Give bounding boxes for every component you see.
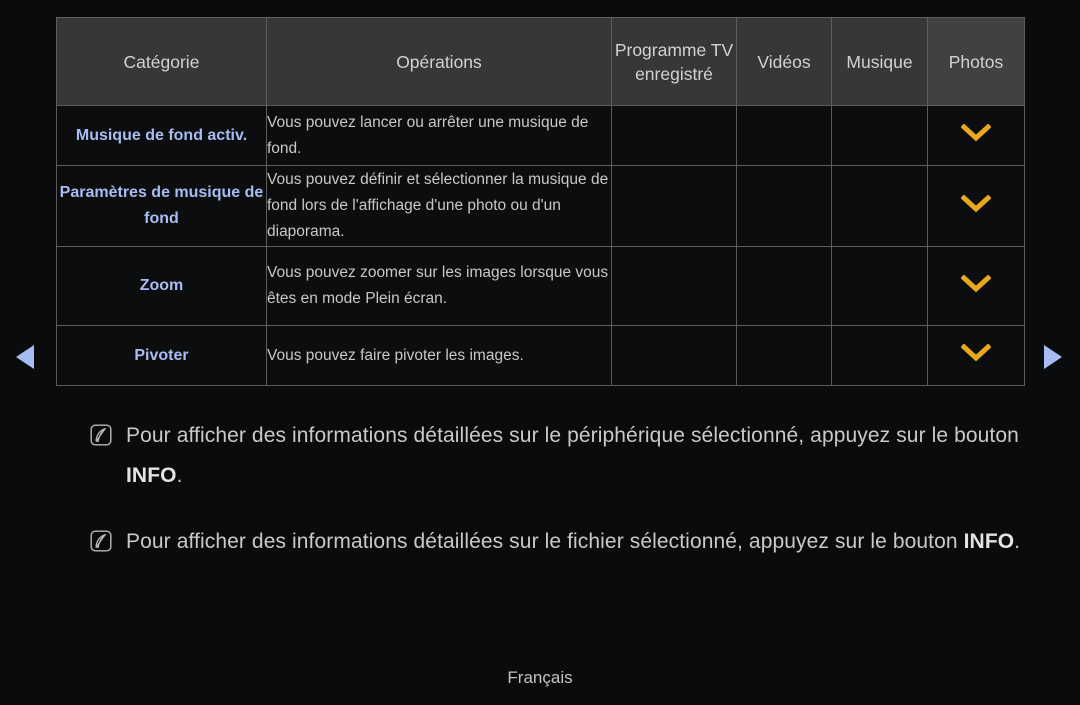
row-cell-musique <box>831 325 928 386</box>
row-cell-videos <box>736 246 832 326</box>
chevron-down-icon <box>961 194 991 213</box>
note-text: Pour afficher des informations détaillée… <box>126 522 1020 562</box>
row-cell-musique <box>831 105 928 166</box>
row-category-label: Zoom <box>56 246 267 326</box>
note-text-suffix: . <box>176 464 183 487</box>
table-row: Zoom Vous pouvez zoomer sur les images l… <box>56 246 1025 326</box>
footer-language-label: Français <box>507 668 573 687</box>
notes-section: Pour afficher des informations détaillée… <box>90 416 1025 588</box>
row-category-label: Musique de fond activ. <box>56 105 267 166</box>
specification-table-container: Catégorie Opérations Programme TV enregi… <box>56 17 1025 386</box>
row-cell-photos <box>927 246 1025 326</box>
note-text-emphasis: INFO <box>963 530 1015 553</box>
note-item: Pour afficher des informations détaillée… <box>90 522 1025 562</box>
row-category-label: Paramètres de musique de fond <box>56 165 267 247</box>
note-text-prefix: Pour afficher des informations détaillée… <box>126 530 964 553</box>
row-cell-photos <box>927 165 1025 247</box>
column-header-photos: Photos <box>927 17 1025 106</box>
table-header-row: Catégorie Opérations Programme TV enregi… <box>56 17 1025 106</box>
note-text-emphasis: INFO <box>126 464 177 487</box>
triangle-right-icon <box>1044 345 1062 369</box>
note-text: Pour afficher des informations détaillée… <box>126 416 1025 496</box>
row-operation-text: Vous pouvez faire pivoter les images. <box>266 325 612 386</box>
column-header-videos: Vidéos <box>736 17 832 106</box>
chevron-down-icon <box>961 124 991 142</box>
row-operation-text: Vous pouvez zoomer sur les images lorsqu… <box>266 246 612 326</box>
column-header-categorie: Catégorie <box>56 17 267 106</box>
table-row: Musique de fond activ. Vous pouvez lance… <box>56 105 1025 166</box>
row-operation-text: Vous pouvez lancer ou arrêter une musiqu… <box>266 105 612 166</box>
row-operation-text: Vous pouvez définir et sélectionner la m… <box>266 165 612 247</box>
table-body: Musique de fond activ. Vous pouvez lance… <box>56 105 1025 386</box>
column-header-programme-tv-enregistre: Programme TV enregistré <box>611 17 737 106</box>
row-cell-programme-tv <box>611 165 737 247</box>
chevron-down-icon <box>961 344 991 362</box>
triangle-left-icon <box>16 345 34 369</box>
note-item: Pour afficher des informations détaillée… <box>90 416 1025 496</box>
row-cell-videos <box>736 105 832 166</box>
table-row: Pivoter Vous pouvez faire pivoter les im… <box>56 325 1025 386</box>
note-pen-icon <box>90 530 112 552</box>
table-header: Catégorie Opérations Programme TV enregi… <box>56 17 1025 106</box>
row-cell-videos <box>736 165 832 247</box>
row-cell-musique <box>831 246 928 326</box>
row-cell-musique <box>831 165 928 247</box>
note-text-prefix: Pour afficher des informations détaillée… <box>126 424 1019 447</box>
row-cell-programme-tv <box>611 105 737 166</box>
row-cell-videos <box>736 325 832 386</box>
specification-table: Catégorie Opérations Programme TV enregi… <box>56 17 1025 386</box>
row-cell-photos <box>927 325 1025 386</box>
previous-page-button[interactable] <box>14 340 44 372</box>
column-header-musique: Musique <box>831 17 928 106</box>
note-pen-icon <box>90 424 112 446</box>
column-header-operations: Opérations <box>266 17 612 106</box>
next-page-button[interactable] <box>1040 340 1070 372</box>
table-row: Paramètres de musique de fond Vous pouve… <box>56 165 1025 247</box>
row-cell-photos <box>927 105 1025 166</box>
row-category-label: Pivoter <box>56 325 267 386</box>
row-cell-programme-tv <box>611 246 737 326</box>
row-cell-programme-tv <box>611 325 737 386</box>
note-text-suffix: . <box>1014 530 1021 553</box>
chevron-down-icon <box>961 274 991 293</box>
